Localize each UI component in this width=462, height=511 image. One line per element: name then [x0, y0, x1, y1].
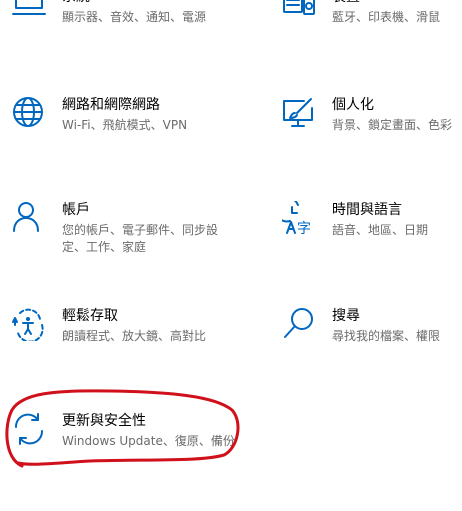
tile-search[interactable]: 搜尋 尋找我的檔案、權限 [282, 307, 462, 377]
tile-update-security-title: 更新與安全性 [62, 413, 146, 429]
tile-personalization-title: 個人化 [332, 97, 374, 113]
tile-network-title: 網路和網際網路 [62, 97, 160, 113]
sync-arrows-icon [14, 413, 44, 445]
paint-monitor-icon [283, 98, 313, 127]
ease-of-access-icon [12, 308, 44, 341]
tile-update-security[interactable]: 更新與安全性 Windows Update、復原、備份 [12, 412, 235, 482]
globe-icon [13, 97, 43, 127]
laptop-icon [12, 0, 46, 15]
tile-personalization-desc: 背景、鎖定畫面、色彩 [332, 118, 453, 132]
tile-ease-of-access-title: 輕鬆存取 [62, 308, 118, 324]
tile-ease-of-access-desc: 朗讀程式、放大鏡、高對比 [62, 329, 207, 343]
tile-update-security-desc: Windows Update、復原、備份 [62, 434, 235, 448]
tile-time-language-desc: 語音、地區、日期 [332, 223, 429, 237]
tile-devices[interactable]: 裝置 藍牙、印表機、滑鼠 [282, 0, 462, 58]
tile-search-desc: 尋找我的檔案、權限 [332, 329, 441, 343]
tile-accounts-desc: 您的帳戶、電子郵件、同步設定、工作、家庭 [62, 223, 219, 254]
tile-time-language[interactable]: 字 時間與語言 語音、地區、日期 [282, 201, 462, 271]
tile-system-title: 系統 [62, 0, 90, 6]
tile-devices-title: 裝置 [332, 0, 360, 6]
tile-network[interactable]: 網路和網際網路 Wi-Fi、飛航模式、VPN [12, 96, 232, 166]
keyboard-speaker-icon [283, 0, 315, 15]
tile-search-title: 搜尋 [332, 308, 360, 324]
tile-system[interactable]: 系統 顯示器、音效、通知、電源 [12, 0, 232, 58]
tile-system-desc: 顯示器、音效、通知、電源 [62, 10, 207, 24]
person-icon [13, 202, 39, 232]
language-icon: 字 [282, 201, 311, 235]
magnifier-icon [284, 308, 313, 338]
svg-text:字: 字 [297, 221, 311, 235]
tile-time-language-title: 時間與語言 [332, 202, 402, 218]
tile-accounts-title: 帳戶 [62, 202, 90, 218]
tile-accounts[interactable]: 帳戶 您的帳戶、電子郵件、同步設定、工作、家庭 [12, 201, 232, 271]
tile-ease-of-access[interactable]: 輕鬆存取 朗讀程式、放大鏡、高對比 [12, 307, 232, 377]
tile-devices-desc: 藍牙、印表機、滑鼠 [332, 10, 441, 24]
tile-personalization[interactable]: 個人化 背景、鎖定畫面、色彩 [282, 96, 462, 166]
tile-network-desc: Wi-Fi、飛航模式、VPN [62, 118, 188, 132]
